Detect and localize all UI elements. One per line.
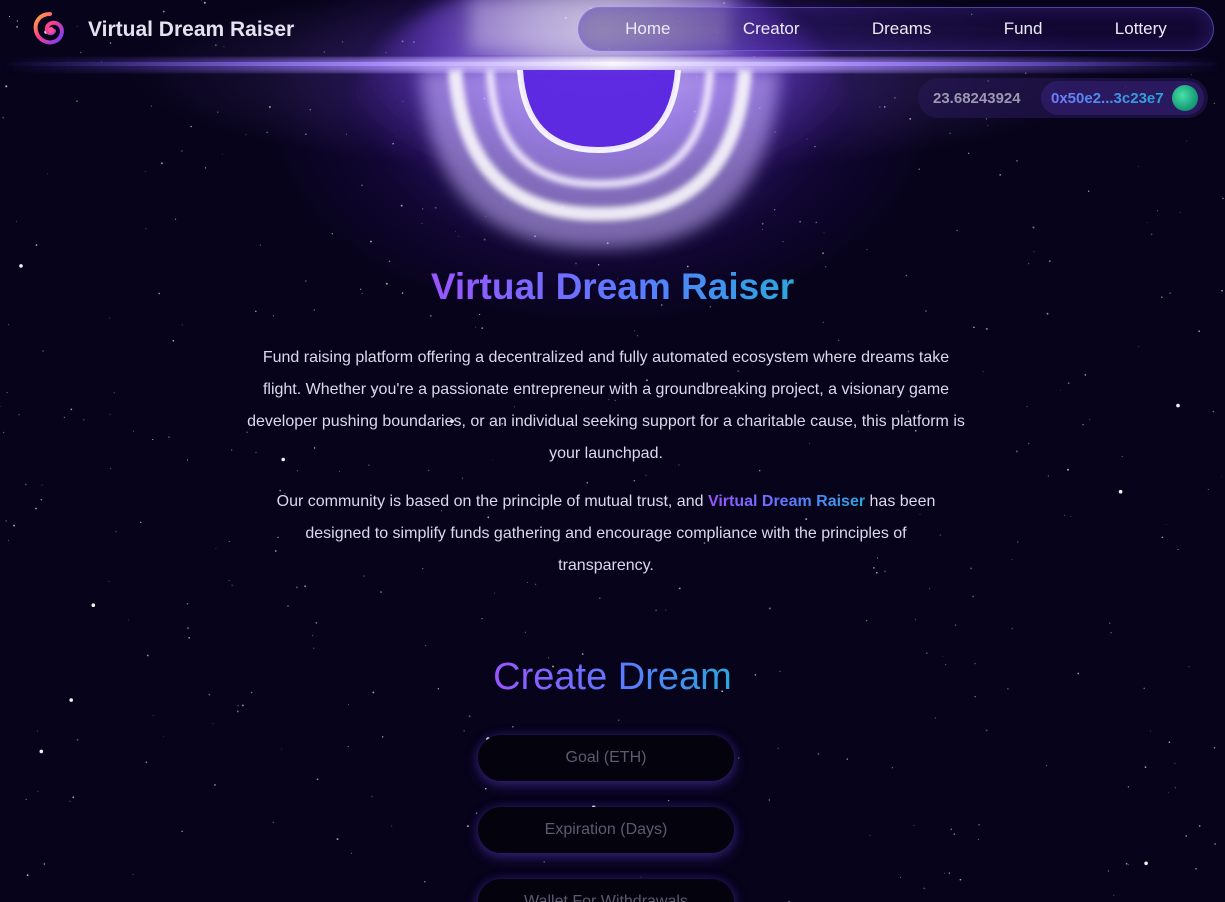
brand[interactable]: Virtual Dream Raiser — [30, 10, 294, 50]
wallet-widget[interactable]: 23.68243924 0x50e2...3c23e7 — [918, 78, 1208, 118]
goal-input[interactable] — [478, 735, 734, 781]
create-dream-title-wrap: Create Dream — [0, 656, 1225, 699]
nav-creator[interactable]: Creator — [729, 13, 814, 45]
nav-dreams[interactable]: Dreams — [858, 13, 946, 45]
swirl-logo-icon — [33, 12, 64, 45]
nav-fund[interactable]: Fund — [990, 13, 1057, 45]
nav-home[interactable]: Home — [611, 13, 684, 45]
main-nav: Home Creator Dreams Fund Lottery — [578, 7, 1214, 51]
brand-highlight: Virtual Dream Raiser — [707, 493, 866, 510]
community-description: Our community is based on the principle … — [270, 486, 942, 582]
hero-title: Virtual Dream Raiser — [430, 266, 795, 307]
expiration-input[interactable] — [478, 807, 734, 853]
hero-description: Fund raising platform offering a decentr… — [247, 349, 965, 462]
withdrawal-wallet-input[interactable] — [478, 879, 734, 902]
page: Virtual Dream Raiser Home Creator Dreams… — [0, 0, 1225, 902]
nav-lottery[interactable]: Lottery — [1101, 13, 1181, 45]
brand-name: Virtual Dream Raiser — [88, 18, 295, 41]
wallet-account-button[interactable]: 0x50e2...3c23e7 — [1041, 81, 1204, 115]
community-text-start: Our community is based on the principle … — [276, 493, 708, 510]
create-dream-title: Create Dream — [493, 656, 732, 698]
wallet-balance: 23.68243924 — [933, 89, 1021, 107]
hero-title-wrap: Virtual Dream Raiser — [0, 266, 1225, 308]
wallet-address: 0x50e2...3c23e7 — [1051, 89, 1164, 107]
wallet-avatar-icon — [1171, 85, 1198, 111]
